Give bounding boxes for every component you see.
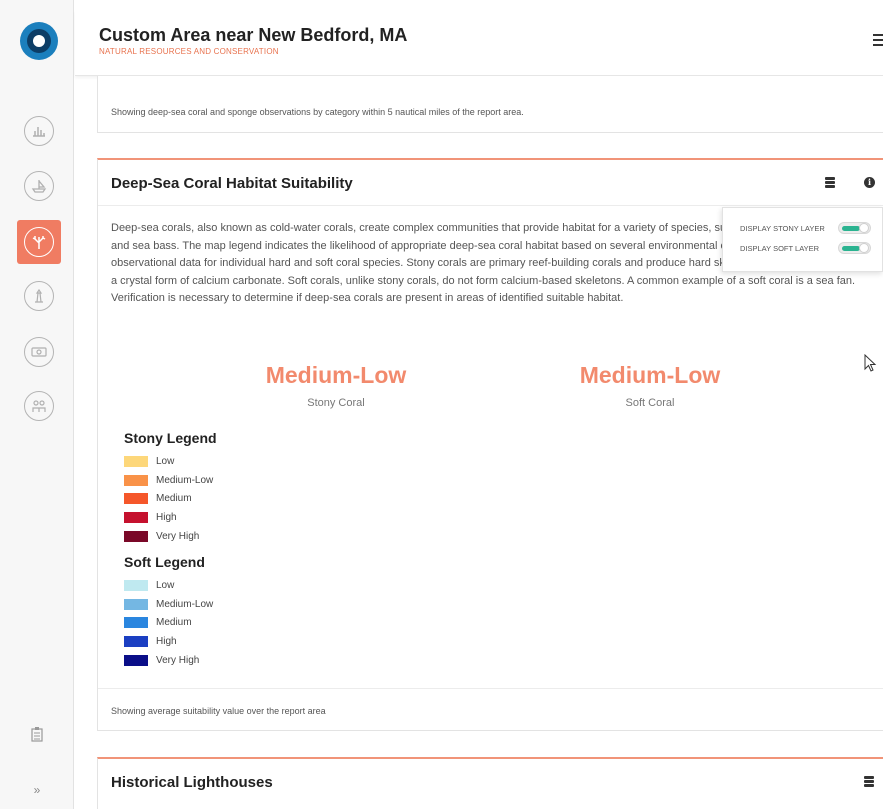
card-footer: Showing average suitability value over t… [98, 688, 883, 730]
lighthouse-icon-glyph [35, 288, 43, 303]
legend-item: Very High [124, 651, 213, 670]
lighthouse-icon [24, 281, 54, 311]
community-icon-glyph [32, 400, 46, 412]
stony-coral-metric: Medium-Low Stony Coral [236, 362, 436, 409]
layer-toggle-popup: DISPLAY STONY LAYER DISPLAY SOFT LAYER [722, 207, 883, 272]
money-icon-glyph [31, 347, 47, 357]
app-logo[interactable] [20, 22, 58, 60]
metric-label: Soft Coral [625, 397, 675, 409]
sidebar-item-boat[interactable] [17, 164, 61, 208]
clipboard-icon [31, 727, 43, 742]
clipboard-button[interactable] [0, 726, 74, 742]
report-header: Custom Area near New Bedford, MA NATURAL… [75, 10, 883, 76]
coral-icon [24, 227, 54, 257]
sidebar-item-lighthouse[interactable] [17, 274, 61, 318]
chart-icon-glyph [33, 127, 45, 137]
sidebar-item-chart[interactable] [17, 109, 61, 153]
soft-layer-toggle[interactable] [838, 242, 871, 254]
soft-legend: Soft Legend Low Medium-Low Medium High V… [124, 554, 213, 669]
card-footer-text: Showing deep-sea coral and sponge observ… [111, 107, 524, 117]
soft-layer-label: DISPLAY SOFT LAYER [740, 243, 820, 253]
money-icon [24, 337, 54, 367]
legend-swatch [124, 654, 148, 666]
legend-swatch [124, 493, 148, 505]
legend-item: Medium-Low [124, 595, 213, 614]
legend-item: Medium-Low [124, 471, 217, 490]
legend-label: High [156, 635, 177, 647]
layers-icon[interactable] [864, 776, 874, 788]
page-title: Custom Area near New Bedford, MA [99, 25, 408, 45]
card-footer-text: Showing average suitability value over t… [111, 706, 326, 716]
card-header: Deep-Sea Coral Habitat Suitability i [98, 160, 883, 206]
legend-title: Soft Legend [124, 554, 205, 570]
boat-icon [24, 171, 54, 201]
sidebar: » [0, 0, 74, 809]
stony-layer-label: DISPLAY STONY LAYER [740, 223, 825, 233]
info-icon[interactable]: i [864, 177, 875, 188]
page-subtitle: NATURAL RESOURCES AND CONSERVATION [99, 47, 279, 56]
legend-label: Medium [156, 493, 192, 505]
soft-layer-toggle-row: DISPLAY SOFT LAYER [740, 242, 871, 254]
legend-swatch [124, 455, 148, 467]
soft-coral-metric: Medium-Low Soft Coral [550, 362, 750, 409]
legend-item: Very High [124, 527, 217, 546]
legend-label: High [156, 511, 177, 523]
hamburger-menu-icon[interactable] [873, 34, 883, 49]
legend-item: Low [124, 576, 213, 595]
legend-title: Stony Legend [124, 430, 217, 446]
legend-swatch [124, 579, 148, 591]
toggle-knob [859, 243, 869, 253]
expand-sidebar-button[interactable]: » [0, 783, 74, 797]
toggle-track-fill [842, 226, 860, 231]
community-icon [24, 391, 54, 421]
legend-swatch [124, 635, 148, 647]
metric-value: Medium-Low [265, 362, 407, 388]
legend-label: Low [156, 455, 175, 467]
legend-swatch [124, 598, 148, 610]
legend-label: Very High [156, 530, 200, 542]
legend-label: Medium-Low [156, 598, 214, 610]
card-title: Deep-Sea Coral Habitat Suitability [111, 175, 353, 192]
sidebar-item-coral[interactable] [17, 220, 61, 264]
sidebar-item-community[interactable] [17, 384, 61, 428]
legend-label: Very High [156, 654, 200, 666]
metric-label: Stony Coral [307, 397, 365, 409]
stony-layer-toggle[interactable] [838, 222, 871, 234]
card-title: Historical Lighthouses [111, 774, 273, 791]
legend-swatch [124, 511, 148, 523]
double-chevron-right-icon: » [33, 783, 41, 797]
legend-swatch [124, 617, 148, 629]
layers-icon[interactable] [825, 177, 835, 189]
coral-observations-card: Showing deep-sea coral and sponge observ… [97, 76, 883, 133]
sidebar-item-money[interactable] [17, 330, 61, 374]
legend-item: Medium [124, 613, 213, 632]
chart-icon [24, 116, 54, 146]
lighthouses-card: Historical Lighthouses [97, 757, 883, 809]
legend-item: Low [124, 452, 217, 471]
boat-icon-glyph [31, 180, 47, 193]
stony-layer-toggle-row: DISPLAY STONY LAYER [740, 222, 871, 234]
mouse-cursor-icon [864, 354, 877, 372]
legend-label: Medium [156, 617, 192, 629]
legend-swatch [124, 530, 148, 542]
legend-label: Low [156, 579, 175, 591]
coral-icon-glyph [32, 236, 46, 249]
metric-value: Medium-Low [579, 362, 721, 388]
legend-swatch [124, 474, 148, 486]
legend-item: High [124, 508, 217, 527]
stony-legend: Stony Legend Low Medium-Low Medium High … [124, 430, 217, 545]
legend-item: Medium [124, 489, 217, 508]
toggle-knob [859, 223, 869, 233]
toggle-track-fill [842, 246, 860, 251]
legend-label: Medium-Low [156, 474, 214, 486]
legend-item: High [124, 632, 213, 651]
